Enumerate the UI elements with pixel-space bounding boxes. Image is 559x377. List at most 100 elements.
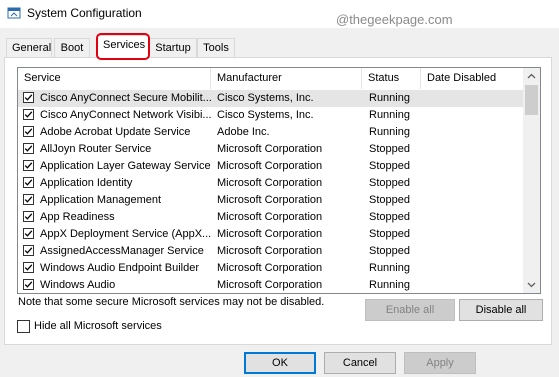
- checkmark-icon: [24, 128, 33, 135]
- service-name: AssignedAccessManager Service: [40, 245, 204, 257]
- service-status: Stopped: [369, 194, 410, 206]
- service-checkbox[interactable]: [23, 143, 34, 154]
- service-status: Running: [369, 262, 410, 274]
- scroll-up-arrow-icon[interactable]: [523, 68, 540, 85]
- column-header-service[interactable]: Service: [18, 68, 211, 89]
- tab-general[interactable]: General: [6, 38, 52, 57]
- service-name: Application Identity: [40, 177, 133, 189]
- service-checkbox[interactable]: [23, 228, 34, 239]
- service-status: Running: [369, 92, 410, 104]
- service-row[interactable]: Cisco AnyConnect Network Visibi... Cisco …: [18, 107, 524, 124]
- checkmark-icon: [24, 196, 33, 203]
- checkmark-icon: [24, 213, 33, 220]
- window-title: System Configuration: [27, 6, 142, 20]
- checkmark-icon: [24, 264, 33, 271]
- checkmark-icon: [24, 230, 33, 237]
- service-status: Stopped: [369, 228, 410, 240]
- service-checkbox[interactable]: [23, 126, 34, 137]
- service-row[interactable]: Application Identity Microsoft Corporatio…: [18, 175, 524, 192]
- service-name: Cisco AnyConnect Secure Mobilit...: [40, 92, 211, 104]
- service-manufacturer: Microsoft Corporation: [217, 211, 323, 223]
- checkmark-icon: [24, 281, 33, 288]
- service-name: AppX Deployment Service (AppX...: [40, 228, 211, 240]
- service-row[interactable]: AppX Deployment Service (AppX... Microsof…: [18, 226, 524, 243]
- title-bar: System Configuration: [0, 0, 559, 28]
- service-name: Application Layer Gateway Service: [40, 160, 211, 172]
- service-checkbox[interactable]: [23, 279, 34, 290]
- service-name: Windows Audio Endpoint Builder: [40, 262, 199, 274]
- service-checkbox[interactable]: [23, 211, 34, 222]
- service-checkbox[interactable]: [23, 177, 34, 188]
- secure-services-note: Note that some secure Microsoft services…: [18, 296, 325, 308]
- service-row[interactable]: App Readiness Microsoft Corporation Stoppe…: [18, 209, 524, 226]
- cancel-button[interactable]: Cancel: [324, 352, 396, 374]
- service-name: Adobe Acrobat Update Service: [40, 126, 191, 138]
- checkmark-icon: [24, 162, 33, 169]
- column-header-manufacturer[interactable]: Manufacturer: [211, 68, 362, 89]
- scrollbar-thumb[interactable]: [525, 85, 538, 115]
- tab-services[interactable]: Services: [97, 35, 149, 58]
- service-rows: Cisco AnyConnect Secure Mobilit... Cisco …: [18, 90, 524, 293]
- disable-all-button[interactable]: Disable all: [459, 299, 543, 321]
- tab-boot[interactable]: Boot: [54, 38, 90, 57]
- scroll-down-arrow-icon[interactable]: [523, 276, 540, 293]
- service-name: Windows Audio: [40, 279, 116, 291]
- hide-microsoft-services-label: Hide all Microsoft services: [34, 320, 162, 332]
- service-manufacturer: Microsoft Corporation: [217, 160, 323, 172]
- service-manufacturer: Cisco Systems, Inc.: [217, 109, 314, 121]
- service-name: AllJoyn Router Service: [40, 143, 152, 155]
- service-status: Stopped: [369, 143, 410, 155]
- service-manufacturer: Microsoft Corporation: [217, 279, 323, 291]
- service-checkbox[interactable]: [23, 194, 34, 205]
- watermark-text: @thegeekpage.com: [336, 12, 453, 27]
- service-status: Stopped: [369, 160, 410, 172]
- service-row[interactable]: Adobe Acrobat Update Service Adobe Inc. Ru…: [18, 124, 524, 141]
- service-manufacturer: Microsoft Corporation: [217, 228, 323, 240]
- service-manufacturer: Microsoft Corporation: [217, 143, 323, 155]
- service-row[interactable]: AssignedAccessManager Service Microsoft C…: [18, 243, 524, 260]
- tab-startup[interactable]: Startup: [149, 38, 197, 57]
- service-manufacturer: Microsoft Corporation: [217, 177, 323, 189]
- service-manufacturer: Microsoft Corporation: [217, 194, 323, 206]
- service-manufacturer: Microsoft Corporation: [217, 245, 323, 257]
- column-header-status[interactable]: Status: [362, 68, 421, 89]
- service-row[interactable]: Windows Audio Endpoint Builder Microsoft …: [18, 260, 524, 277]
- enable-all-button[interactable]: Enable all: [365, 299, 455, 321]
- service-row[interactable]: AllJoyn Router Service Microsoft Corporat…: [18, 141, 524, 158]
- service-status: Running: [369, 279, 410, 291]
- service-row[interactable]: Application Management Microsoft Corporat…: [18, 192, 524, 209]
- service-checkbox[interactable]: [23, 109, 34, 120]
- service-checkbox[interactable]: [23, 245, 34, 256]
- service-checkbox[interactable]: [23, 92, 34, 103]
- services-list[interactable]: Service Manufacturer Status Date Disable…: [17, 67, 541, 294]
- msconfig-app-icon: [7, 6, 21, 20]
- column-header-date-disabled[interactable]: Date Disabled: [421, 68, 524, 89]
- service-status: Stopped: [369, 177, 410, 189]
- service-row[interactable]: Cisco AnyConnect Secure Mobilit... Cisco …: [18, 90, 524, 107]
- service-checkbox[interactable]: [23, 262, 34, 273]
- checkmark-icon: [24, 94, 33, 101]
- checkmark-icon: [24, 179, 33, 186]
- list-header: Service Manufacturer Status Date Disable…: [18, 68, 524, 89]
- tab-tools[interactable]: Tools: [197, 38, 235, 57]
- service-row[interactable]: Application Layer Gateway Service Microso…: [18, 158, 524, 175]
- tab-strip: General Boot Services Startup Tools: [0, 28, 559, 58]
- hide-microsoft-services-checkbox[interactable]: [17, 320, 30, 333]
- service-status: Stopped: [369, 211, 410, 223]
- service-row[interactable]: Windows Audio Microsoft Corporation Runnin…: [18, 277, 524, 293]
- service-status: Running: [369, 126, 410, 138]
- service-name: Cisco AnyConnect Network Visibi...: [40, 109, 211, 121]
- service-checkbox[interactable]: [23, 160, 34, 171]
- service-status: Running: [369, 109, 410, 121]
- service-name: App Readiness: [40, 211, 115, 223]
- service-manufacturer: Microsoft Corporation: [217, 262, 323, 274]
- vertical-scrollbar[interactable]: [523, 68, 540, 293]
- apply-button[interactable]: Apply: [404, 352, 476, 374]
- service-name: Application Management: [40, 194, 162, 206]
- ok-button[interactable]: OK: [244, 352, 316, 374]
- service-status: Stopped: [369, 245, 410, 257]
- service-manufacturer: Adobe Inc.: [217, 126, 270, 138]
- checkmark-icon: [24, 111, 33, 118]
- service-manufacturer: Cisco Systems, Inc.: [217, 92, 314, 104]
- checkmark-icon: [24, 247, 33, 254]
